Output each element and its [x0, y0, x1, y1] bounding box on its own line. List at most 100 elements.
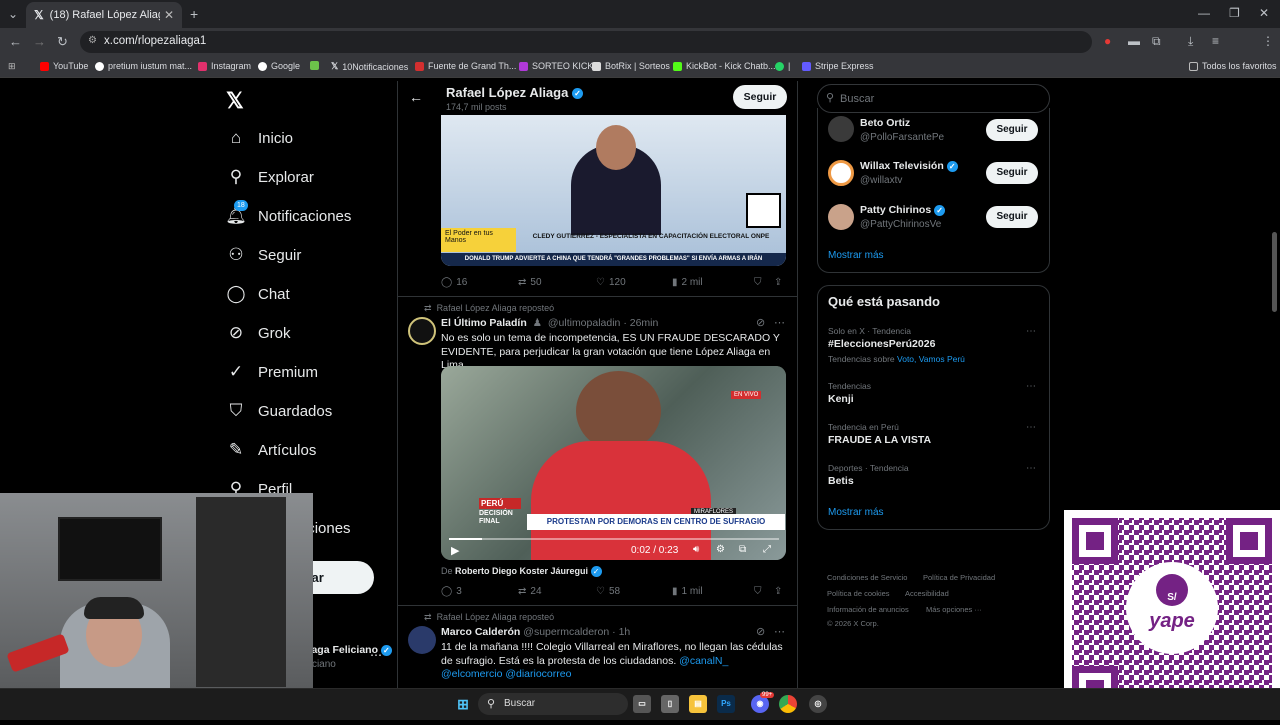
tab-search-icon[interactable]: ⌄: [8, 7, 18, 21]
maximize-icon[interactable]: ❐: [1229, 6, 1240, 20]
grok-icon[interactable]: ⊘: [756, 625, 765, 638]
x-logo-icon[interactable]: 𝕏: [226, 88, 244, 114]
taskbar-search[interactable]: ⚲ Buscar: [478, 693, 628, 715]
trend-more-icon[interactable]: ⋯: [1026, 381, 1036, 392]
windows-start-icon[interactable]: ⊞: [454, 695, 472, 713]
more-icon[interactable]: ⋯: [774, 316, 785, 329]
follow-button[interactable]: Seguir: [733, 85, 787, 109]
share-action[interactable]: ⇪: [774, 586, 782, 597]
app-icon[interactable]: ◎: [809, 695, 827, 713]
extension-red-icon[interactable]: ●: [1104, 34, 1111, 48]
repost-action[interactable]: ⇄ 50: [518, 277, 542, 288]
fullscreen-icon[interactable]: ⤢: [763, 544, 771, 555]
repost-action[interactable]: ⇄ 24: [518, 586, 542, 597]
nav-notifications[interactable]: 🔔︎ 18 Notificaciones: [225, 200, 351, 226]
avatar[interactable]: [408, 626, 436, 654]
nav-home[interactable]: ⌂ Inicio: [226, 128, 293, 148]
footer-terms[interactable]: Condiciones de Servicio: [827, 573, 907, 582]
back-arrow-icon[interactable]: ←: [409, 89, 423, 105]
download-icon[interactable]: ⤓: [1188, 34, 1193, 49]
chrome-icon[interactable]: [779, 695, 797, 713]
bookmark-kickbot[interactable]: KickBot - Kick Chatb...: [673, 61, 776, 71]
extensions-puzzle-icon[interactable]: ⧉: [1152, 34, 1161, 49]
footer-cookies[interactable]: Política de cookies: [827, 589, 890, 598]
footer-privacy[interactable]: Política de Privacidad: [923, 573, 995, 582]
back-icon[interactable]: ←: [9, 34, 22, 49]
share-action[interactable]: ⇪: [774, 277, 782, 288]
bookmark-botrix[interactable]: BotRix | Sorteos: [592, 61, 670, 71]
follow-button[interactable]: Seguir: [986, 162, 1038, 184]
trend-more-icon[interactable]: ⋯: [1026, 422, 1036, 433]
follow-name[interactable]: Patty Chirinos ✓: [860, 204, 946, 216]
attribution-link[interactable]: Roberto Diego Koster Jáuregui: [455, 566, 588, 576]
window-close-icon[interactable]: ✕: [1259, 6, 1269, 20]
tweet-time[interactable]: 1h: [619, 626, 631, 638]
bookmark-whatsapp[interactable]: |: [775, 61, 790, 71]
trend-name[interactable]: FRAUDE A LA VISTA: [828, 434, 931, 446]
new-tab-icon[interactable]: +: [190, 6, 198, 22]
nav-bookmarks[interactable]: ⛉ Guardados: [226, 401, 333, 421]
bookmark-google[interactable]: Google: [258, 61, 300, 71]
settings-icon[interactable]: ⚙: [716, 544, 725, 555]
like-action[interactable]: ♡ 120: [596, 277, 626, 288]
volume-icon[interactable]: 🔊︎: [693, 544, 699, 555]
play-icon[interactable]: ▶: [451, 544, 459, 557]
pip-icon[interactable]: ⧉: [739, 544, 746, 555]
nav-explore[interactable]: ⚲ Explorar: [226, 167, 314, 187]
author-name[interactable]: El Último Paladín: [441, 317, 527, 329]
follow-button[interactable]: Seguir: [986, 119, 1038, 141]
tweet-time[interactable]: 26min: [630, 317, 659, 329]
bookmark-youtube[interactable]: YouTube: [40, 61, 88, 71]
trend-name[interactable]: Kenji: [828, 393, 854, 405]
tweet-image[interactable]: El Poder en tus Manos CLEDY GUTIERREZ - …: [441, 115, 786, 266]
trend-more-icon[interactable]: ⋯: [1026, 326, 1036, 337]
address-bar[interactable]: ⚙ x.com/rlopezaliaga1: [80, 31, 1092, 53]
trend-more-icon[interactable]: ⋯: [1026, 463, 1036, 474]
account-more-icon[interactable]: ⋯: [370, 648, 382, 662]
author-handle[interactable]: @ultimopaladin: [548, 317, 621, 329]
avatar[interactable]: [408, 317, 436, 345]
bookmark-instagram[interactable]: Instagram: [198, 61, 251, 71]
bookmark-stripe[interactable]: Stripe Express: [802, 61, 874, 71]
bookmark-pretium[interactable]: pretium iustum mat...: [95, 61, 192, 71]
bookmark-action[interactable]: ⛉: [754, 586, 762, 597]
nav-follow[interactable]: ⚇ Seguir: [226, 245, 301, 265]
footer-accessibility[interactable]: Accesibilidad: [905, 589, 949, 598]
bookmark-10notificaciones[interactable]: 𝕏 10Notificaciones: [331, 61, 408, 72]
site-info-icon[interactable]: ⚙: [88, 35, 97, 46]
more-icon[interactable]: ⋯: [774, 625, 785, 638]
views-action[interactable]: ▮ 1 mil: [672, 586, 703, 597]
extension-icon[interactable]: ▬: [1128, 34, 1140, 48]
reply-action[interactable]: ◯ 16: [441, 277, 467, 288]
browser-tab[interactable]: 𝕏 (18) Rafael López Aliaga (@rlop ✕: [26, 2, 182, 28]
reply-action[interactable]: ◯ 3: [441, 586, 462, 597]
minimize-icon[interactable]: —: [1198, 6, 1210, 20]
grok-icon[interactable]: ⊘: [756, 316, 765, 329]
nav-articles[interactable]: ✎ Artículos: [226, 440, 316, 460]
close-tab-icon[interactable]: ✕: [164, 8, 174, 22]
nav-premium[interactable]: ✓ Premium: [226, 362, 318, 382]
trend-name[interactable]: #EleccionesPerú2026: [828, 338, 935, 350]
reload-icon[interactable]: ↻: [57, 34, 68, 50]
nav-chat[interactable]: ◯ Chat: [226, 284, 289, 304]
avatar[interactable]: [828, 204, 854, 230]
menu-kebab-icon[interactable]: ⋮: [1262, 34, 1274, 48]
show-more-link[interactable]: Mostrar más: [828, 250, 884, 261]
all-bookmarks[interactable]: Todos los favoritos: [1189, 61, 1277, 71]
like-action[interactable]: ♡ 58: [596, 586, 620, 597]
bookmark-action[interactable]: ⛉: [754, 277, 762, 288]
nav-grok[interactable]: ⊘ Grok: [226, 323, 291, 343]
author-name[interactable]: Marco Calderón: [441, 626, 520, 638]
avatar[interactable]: [828, 160, 854, 186]
bookmark-extension[interactable]: [310, 61, 319, 70]
photoshop-icon[interactable]: Ps: [717, 695, 735, 713]
follow-button[interactable]: Seguir: [986, 206, 1038, 228]
media-icon[interactable]: ≡: [1212, 34, 1219, 48]
bookmark-fuente[interactable]: Fuente de Grand Th...: [415, 61, 516, 71]
bookmark-sorteo-kick[interactable]: SORTEO KICK: [519, 61, 593, 71]
views-action[interactable]: ▮ 2 mil: [672, 277, 703, 288]
footer-ads-info[interactable]: Información de anuncios: [827, 605, 909, 614]
avatar[interactable]: [828, 116, 854, 142]
tweet-video[interactable]: EN VIVO PERÚ DECISIÓN FINAL MIRAFLORES P…: [441, 366, 786, 560]
show-more-link[interactable]: Mostrar más: [828, 507, 884, 518]
